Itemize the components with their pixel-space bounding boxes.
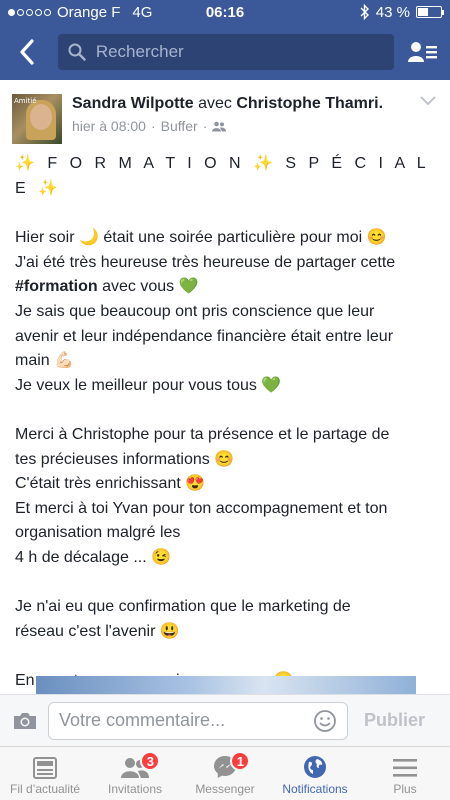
post-blank-line xyxy=(15,398,435,423)
back-arrow-icon xyxy=(20,39,34,65)
menu-icon xyxy=(393,759,417,777)
with-connector: avec xyxy=(198,95,232,112)
tab-news-feed[interactable]: Fil d’actualité xyxy=(0,747,90,800)
post-text-line: 4 h de décalage ... 😉 xyxy=(15,548,172,566)
post-blank-line xyxy=(15,644,435,669)
carrier-name: Orange F xyxy=(57,3,121,21)
post-text-line: C'était très enrichissant 😍 xyxy=(15,475,206,493)
tab-label: Invitations xyxy=(107,782,163,796)
post-title: Sandra Wilpotte avec Christophe Thamri. xyxy=(72,94,383,114)
chevron-down-icon[interactable] xyxy=(420,96,436,106)
camera-icon xyxy=(14,712,36,729)
tagged-name[interactable]: Christophe Thamri. xyxy=(236,95,383,112)
comment-bar: Votre commentaire... Publier xyxy=(0,694,450,746)
status-bar: Orange F 4G 06:16 43 % xyxy=(0,0,450,24)
battery-icon xyxy=(416,6,444,18)
hashtag-link[interactable]: #formation xyxy=(15,278,98,295)
post-text-line: Et merci à toi Yvan pour ton accompagnem… xyxy=(15,499,388,517)
signal-icon xyxy=(8,8,51,16)
search-placeholder: Rechercher xyxy=(95,42,184,61)
friends-list-button[interactable] xyxy=(406,32,440,72)
meta-separator-2: · xyxy=(202,118,208,134)
comment-input[interactable]: Votre commentaire... xyxy=(48,701,348,740)
post-text-line: Je sais que beaucoup ont pris conscience… xyxy=(15,302,375,320)
search-input[interactable]: Rechercher xyxy=(57,34,395,70)
tab-label: Notifications xyxy=(282,782,348,796)
tab-label: Messenger xyxy=(195,782,255,796)
tab-notifications[interactable]: Notifications xyxy=(270,747,360,800)
post-blank-line xyxy=(15,571,435,596)
avatar-text: Amitié xyxy=(14,97,37,105)
network-type: 4G xyxy=(132,3,153,21)
invitations-badge: 3 xyxy=(140,751,161,771)
post-text-line: tes précieuses informations 😊 xyxy=(15,450,235,468)
friends-list-icon xyxy=(408,42,438,62)
search-icon xyxy=(68,43,86,61)
avatar[interactable]: Amitié xyxy=(12,94,62,144)
nav-bar: Rechercher xyxy=(0,24,450,80)
battery-percent: 43 % xyxy=(375,3,410,21)
post-text-line: #formation avec vous 💚 xyxy=(15,278,199,296)
tab-more[interactable]: Plus xyxy=(360,747,450,800)
post-headline: ✨ F O R M A T I O N ✨ S P É C I A L E ✨ xyxy=(15,155,429,197)
post-text-line: Je n'ai eu que confirmation que le marke… xyxy=(15,598,351,616)
friends-privacy-icon xyxy=(212,121,227,131)
bluetooth-icon xyxy=(360,4,369,20)
tab-label: Plus xyxy=(393,782,417,796)
tab-messenger[interactable]: 1 Messenger xyxy=(180,747,270,800)
comment-placeholder: Votre commentaire... xyxy=(59,710,226,730)
back-button[interactable] xyxy=(10,32,44,72)
post-text-line: Merci à Christophe pour ta présence et l… xyxy=(15,425,390,443)
post-text-line: main 💪🏻 xyxy=(15,352,75,370)
post-time[interactable]: hier à 08:00 xyxy=(72,118,146,134)
tab-bar: Fil d’actualité 3 Invitations 1 Messenge… xyxy=(0,746,450,800)
news-feed-icon xyxy=(33,757,57,779)
tab-label: Fil d’actualité xyxy=(9,782,81,796)
post-header: Amitié Sandra Wilpotte avec Christophe T… xyxy=(0,80,450,152)
post-photo[interactable] xyxy=(36,676,416,694)
publish-button[interactable]: Publier xyxy=(364,710,425,731)
emoji-icon[interactable] xyxy=(313,709,337,733)
post-text-line: Je veux le meilleur pour vous tous 💚 xyxy=(15,376,282,394)
post-meta: hier à 08:00 · Buffer · xyxy=(72,118,383,134)
post-text-line: J'ai été très heureuse très heureuse de … xyxy=(15,253,396,271)
tab-invitations[interactable]: 3 Invitations xyxy=(90,747,180,800)
post-body: ✨ F O R M A T I O N ✨ S P É C I A L E ✨ … xyxy=(0,152,450,693)
author-name[interactable]: Sandra Wilpotte xyxy=(72,95,194,112)
globe-icon xyxy=(304,756,326,778)
post-text-line: organisation malgré les xyxy=(15,524,181,542)
post-text-line: réseau c'est l'avenir 😃 xyxy=(15,622,180,640)
post-app: Buffer xyxy=(160,118,198,134)
camera-button[interactable] xyxy=(10,711,40,731)
post-card: Amitié Sandra Wilpotte avec Christophe T… xyxy=(0,80,450,694)
messenger-badge: 1 xyxy=(230,751,251,771)
meta-separator: · xyxy=(150,118,156,134)
post-text-line: avenir et leur indépendance financière é… xyxy=(15,327,394,345)
post-text-line: Hier soir 🌙 était une soirée particulièr… xyxy=(15,229,387,247)
